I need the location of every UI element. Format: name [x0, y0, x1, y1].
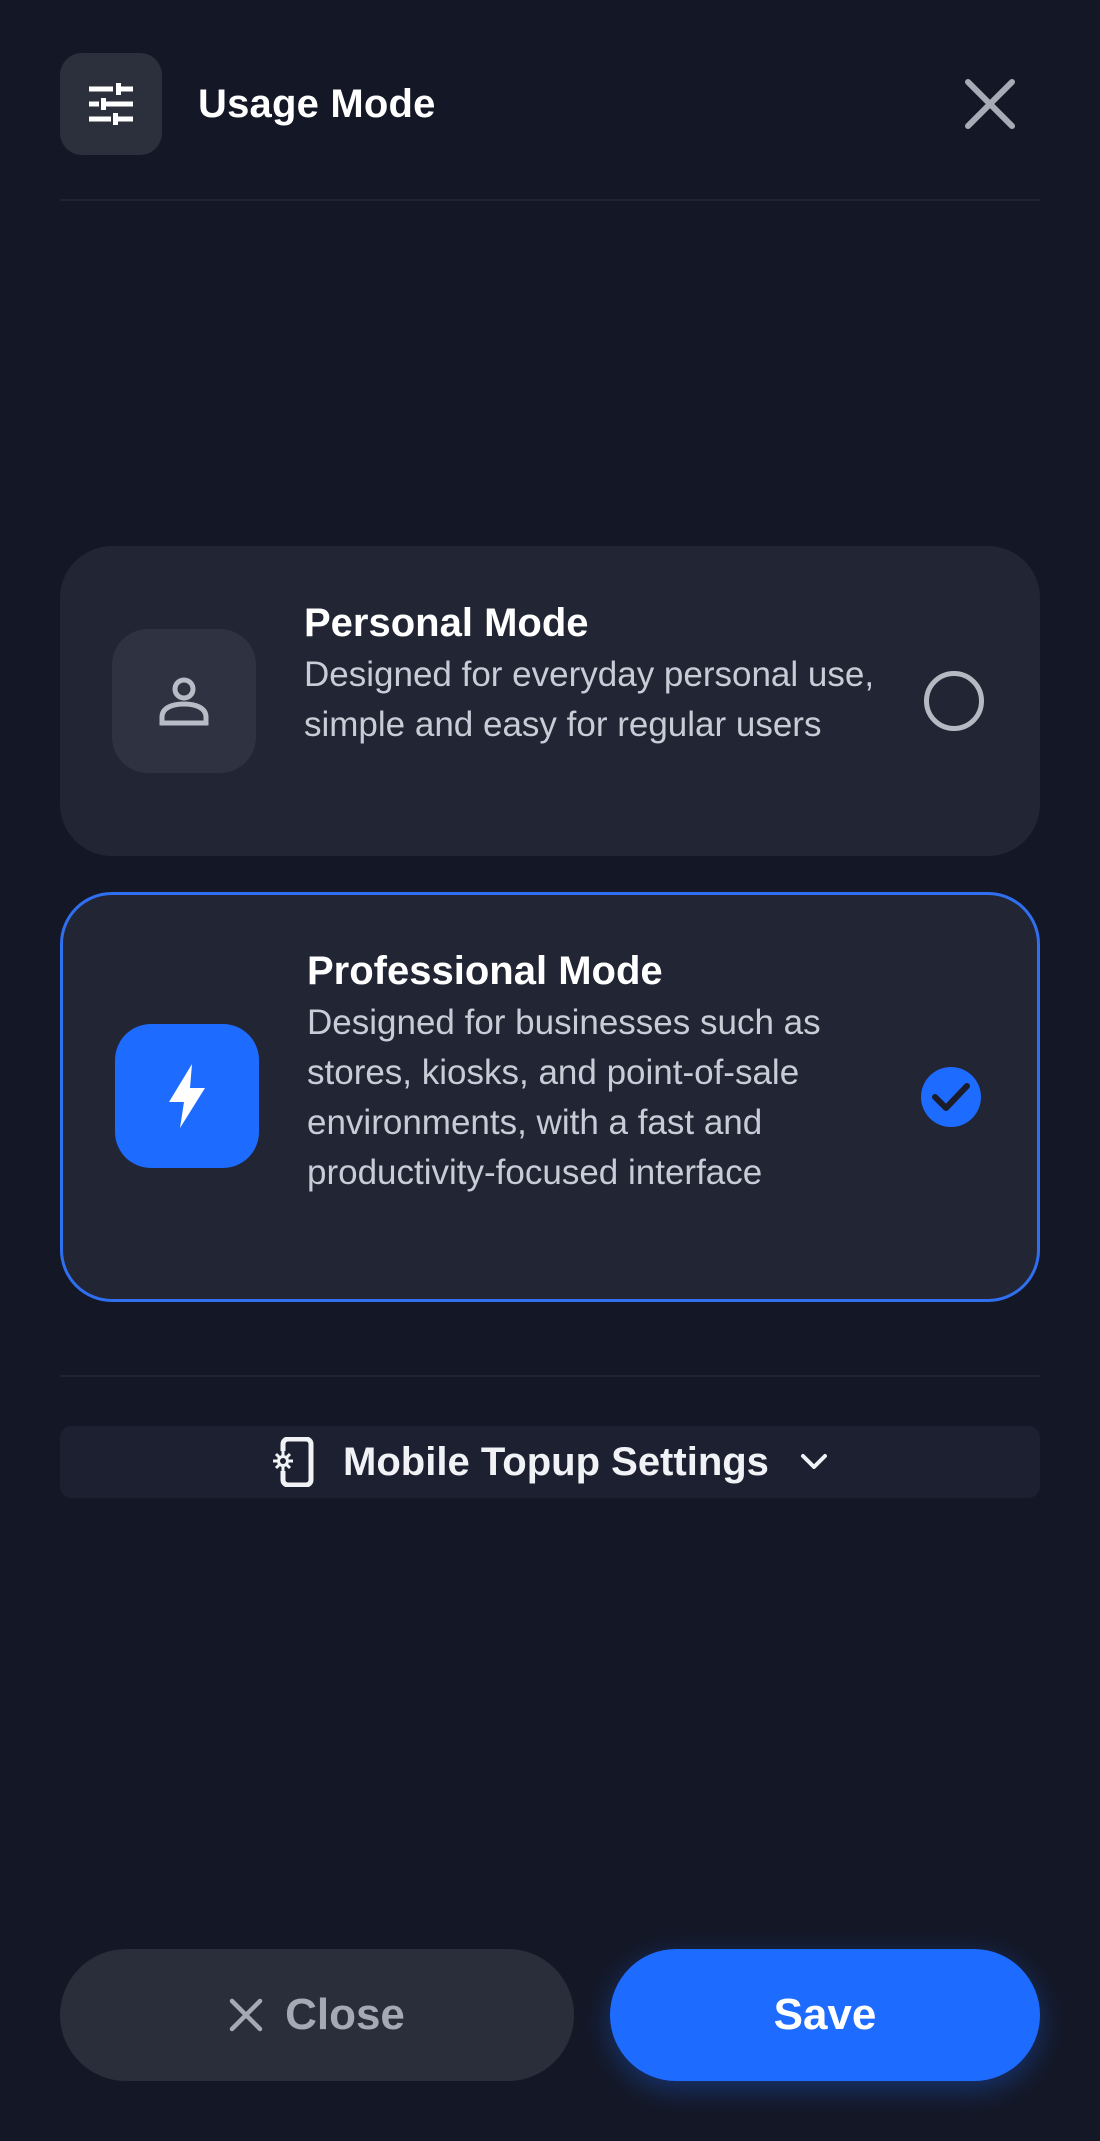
mobile-topup-settings-label: Mobile Topup Settings [343, 1439, 769, 1484]
person-icon [112, 629, 256, 773]
lightning-icon [115, 1024, 259, 1168]
close-button[interactable]: Close [60, 1949, 574, 2081]
personal-mode-text: Personal Mode Designed for everyday pers… [304, 598, 904, 750]
personal-mode-radio[interactable] [924, 671, 984, 731]
professional-mode-card[interactable]: Professional Mode Designed for businesse… [60, 892, 1040, 1302]
personal-mode-description: Designed for everyday personal use, simp… [304, 655, 875, 744]
save-button-label: Save [773, 1990, 877, 2039]
professional-mode-description: Designed for businesses such as stores, … [307, 1003, 821, 1192]
section-divider [60, 1375, 1040, 1377]
page-title: Usage Mode [198, 81, 436, 126]
mobile-topup-settings-toggle[interactable]: Mobile Topup Settings [60, 1426, 1040, 1498]
sliders-icon [60, 53, 162, 155]
close-x-icon [229, 1998, 263, 2032]
header-divider [60, 199, 1040, 201]
phone-settings-icon [271, 1437, 317, 1487]
professional-mode-radio[interactable] [921, 1067, 981, 1127]
personal-mode-card[interactable]: Personal Mode Designed for everyday pers… [60, 546, 1040, 856]
personal-mode-title: Personal Mode [304, 601, 589, 645]
professional-mode-text: Professional Mode Designed for businesse… [307, 946, 907, 1198]
close-icon[interactable] [954, 68, 1026, 140]
header: Usage Mode [60, 53, 1040, 155]
close-button-label: Close [285, 1990, 405, 2039]
save-button[interactable]: Save [610, 1949, 1040, 2081]
chevron-down-icon [799, 1452, 829, 1472]
usage-mode-screen: Usage Mode Personal Mode Designed for ev… [0, 0, 1100, 2141]
professional-mode-title: Professional Mode [307, 949, 663, 993]
